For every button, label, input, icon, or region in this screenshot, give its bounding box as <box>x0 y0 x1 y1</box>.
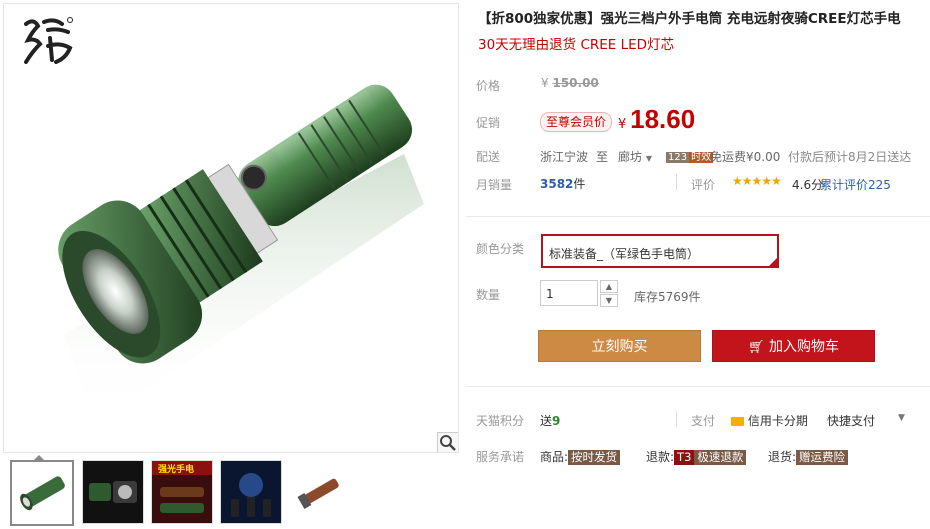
quantity-label: 数量 <box>476 288 501 302</box>
delivery-eta: 付款后预计8月2日送达 <box>788 150 912 164</box>
promo-label: 促销 <box>476 116 501 130</box>
ship-to-word: 至 <box>596 150 609 164</box>
thumbnail-1[interactable] <box>10 460 74 526</box>
stock-count: 库存5769件 <box>634 290 701 304</box>
service-refund: 退款: T3 极速退款 <box>646 448 747 465</box>
chevron-down-icon[interactable]: ▼ <box>898 413 905 423</box>
thumbnail-4[interactable] <box>220 460 282 524</box>
points-value: 送9 <box>540 414 561 428</box>
divider <box>676 174 677 190</box>
quick-pay[interactable]: 快捷支付 <box>827 412 875 429</box>
zoom-button[interactable] <box>437 432 458 452</box>
credit-installment[interactable]: 信用卡分期 <box>731 412 808 429</box>
vip-price-badge: 至尊会员价 <box>540 112 613 132</box>
selected-check-icon <box>769 258 777 266</box>
main-product-image[interactable] <box>3 3 459 453</box>
points-label: 天猫积分 <box>476 414 525 428</box>
thumbnail-3[interactable]: 强光手电 <box>151 460 213 524</box>
promo-price: ¥ 18.60 <box>618 104 696 134</box>
divider <box>676 411 677 427</box>
thumbnail-strip: 强光手电 <box>10 460 450 526</box>
review-count-link[interactable]: 累计评价225 <box>820 176 891 193</box>
product-title: 【折800独家优惠】强光三档户外手电筒 充电远射夜骑CREE灯芯手电 <box>478 11 901 27</box>
ship-to-select[interactable]: 廊坊 ▼ <box>618 148 652 165</box>
pay-label: 支付 <box>691 414 716 428</box>
thumbnail-3-text: 强光手电 <box>158 465 195 475</box>
quantity-increase-button[interactable]: ▲ <box>600 280 618 293</box>
monthly-sales-label: 月销量 <box>476 178 513 192</box>
product-subtitle: 30天无理由退货 CREE LED灯芯 <box>478 37 675 53</box>
review-label: 评价 <box>691 178 716 192</box>
monthly-sales: 3582件 <box>540 177 586 191</box>
color-option-selected[interactable]: 标准装备_（军绿色手电筒） <box>541 234 779 268</box>
price-label: 价格 <box>476 79 501 93</box>
product-gallery: 强光手电 <box>0 0 459 529</box>
quantity-input[interactable]: 1 <box>540 280 598 306</box>
ship-from: 浙江宁波 <box>540 150 589 164</box>
product-info: 【折800独家优惠】强光三档户外手电筒 充电远射夜骑CREE灯芯手电 30天无理… <box>466 0 930 529</box>
rating-stars-icon: ★★★★★ <box>732 174 782 188</box>
magnifier-icon <box>440 435 456 451</box>
color-label: 颜色分类 <box>476 242 525 256</box>
add-to-cart-button[interactable]: 🛒︎ 加入购物车 <box>712 330 875 362</box>
service-label: 服务承诺 <box>476 450 525 464</box>
thumbnail-2[interactable] <box>82 460 144 524</box>
quantity-decrease-button[interactable]: ▼ <box>600 294 618 307</box>
flashlight-image <box>58 84 424 424</box>
section-divider <box>466 216 930 217</box>
shipping-label: 配送 <box>476 150 501 164</box>
delivery-time-badge: 123 时效 <box>666 152 714 163</box>
cart-icon: 🛒︎ <box>748 340 765 355</box>
service-goods: 商品: 按时发货 <box>540 448 621 465</box>
section-divider-2 <box>466 386 930 387</box>
original-price: ¥ 150.00 <box>541 76 599 90</box>
shipping-fee: 免运费¥0.00 <box>710 150 781 164</box>
chevron-down-icon: ▼ <box>645 154 652 163</box>
thumbnail-5[interactable] <box>289 460 351 524</box>
price-panel: 价格 ¥ 150.00 促销 至尊会员价 ¥ 18.60 配送 浙江宁波 至 廊… <box>466 68 930 208</box>
service-return: 退货: 赠运费险 <box>768 448 849 465</box>
buy-now-button[interactable]: 立刻购买 <box>538 330 701 362</box>
rating-score: 4.6分 <box>792 178 824 192</box>
credit-card-icon <box>731 417 744 426</box>
